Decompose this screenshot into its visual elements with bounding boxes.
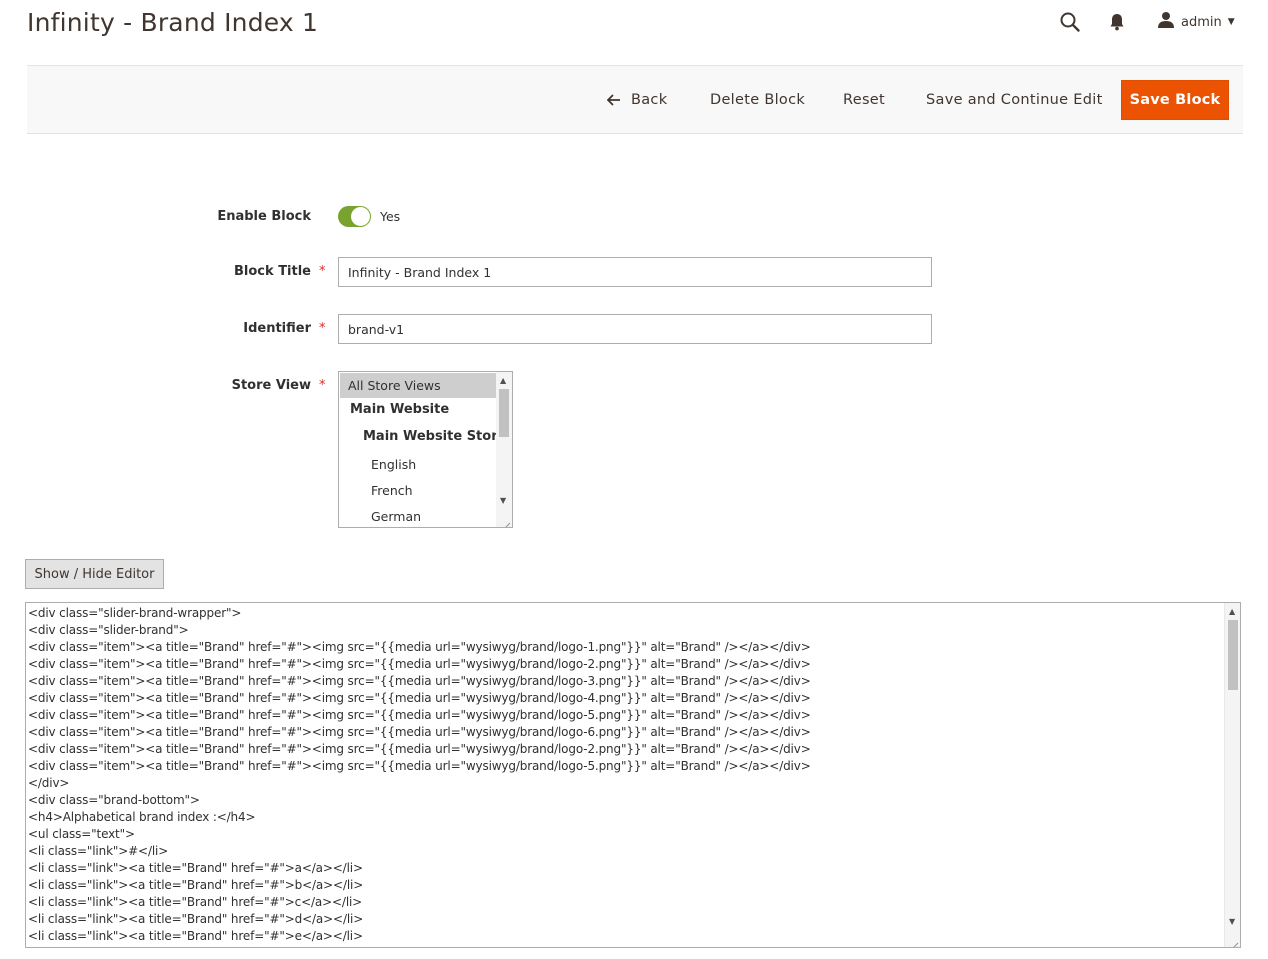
code-line: <li class="link">#</li> (28, 844, 169, 858)
code-line: <div class="brand-bottom"> (28, 793, 200, 807)
store-option-main-website-store[interactable]: Main Website Store (340, 429, 512, 444)
resize-grip-icon[interactable] (1229, 936, 1239, 947)
store-option-german[interactable]: German (340, 509, 512, 524)
resize-grip-icon[interactable] (501, 516, 511, 527)
store-view-scrollbar[interactable]: ▲ ▼ (496, 372, 512, 527)
required-marker: * (319, 378, 326, 393)
store-option-english[interactable]: English (340, 457, 512, 472)
code-line: <li class="link"><a title="Brand" href="… (28, 912, 364, 926)
code-line: <div class="slider-brand"> (28, 623, 189, 637)
code-line: <li class="link"><a title="Brand" href="… (28, 895, 363, 909)
user-name: admin (1181, 14, 1222, 30)
page-title: Infinity - Brand Index 1 (27, 8, 319, 37)
required-marker: * (319, 321, 326, 336)
store-option-all[interactable]: All Store Views (340, 373, 496, 398)
search-icon[interactable] (1059, 11, 1081, 33)
scroll-up-icon[interactable]: ▲ (500, 377, 506, 385)
content-editor-textarea[interactable]: <div class="slider-brand-wrapper"> <div c… (25, 602, 1241, 948)
enable-block-value: Yes (380, 209, 401, 224)
show-hide-editor-button[interactable]: Show / Hide Editor (25, 559, 164, 589)
page-actions-toolbar: Back Delete Block Reset Save and Continu… (27, 65, 1243, 134)
back-label: Back (631, 92, 668, 108)
store-view-label: Store View (231, 378, 311, 393)
code-line: <div class="item"><a title="Brand" href=… (28, 640, 811, 654)
code-line: <h4>Alphabetical brand index :</h4> (28, 810, 256, 824)
code-line: <div class="item"><a title="Brand" href=… (28, 674, 811, 688)
store-option-french[interactable]: French (340, 483, 512, 498)
reset-button[interactable]: Reset (835, 80, 893, 120)
identifier-label: Identifier (243, 321, 311, 336)
block-title-input[interactable] (338, 257, 932, 287)
scroll-down-icon[interactable]: ▼ (1229, 918, 1235, 926)
required-marker: * (319, 264, 326, 279)
code-line: <div class="item"><a title="Brand" href=… (28, 759, 811, 773)
save-block-button[interactable]: Save Block (1121, 80, 1229, 120)
delete-block-button[interactable]: Delete Block (702, 80, 813, 120)
code-line: <div class="item"><a title="Brand" href=… (28, 708, 811, 722)
code-line: <li class="link"><a title="Brand" href="… (28, 861, 363, 875)
save-and-continue-button[interactable]: Save and Continue Edit (918, 80, 1111, 120)
caret-down-icon: ▼ (1227, 17, 1235, 27)
code-line: <div class="item"><a title="Brand" href=… (28, 725, 811, 739)
scroll-up-icon[interactable]: ▲ (1229, 608, 1235, 616)
identifier-input[interactable] (338, 314, 932, 344)
code-line: <li class="link"><a title="Brand" href="… (28, 878, 364, 892)
code-line: </div> (28, 776, 70, 790)
block-title-label: Block Title (234, 264, 311, 279)
enable-block-label: Enable Block (217, 209, 311, 224)
scrollbar-thumb[interactable] (1228, 620, 1238, 690)
toggle-knob (351, 207, 370, 226)
arrow-left-icon (607, 94, 621, 106)
store-view-multiselect[interactable]: All Store Views Main Website Main Websit… (338, 371, 513, 528)
code-line: <div class="slider-brand-wrapper"> (28, 606, 242, 620)
code-line: <div class="item"><a title="Brand" href=… (28, 691, 811, 705)
user-menu[interactable]: admin ▼ (1157, 11, 1235, 33)
code-line: <div class="item"><a title="Brand" href=… (28, 742, 811, 756)
editor-scrollbar[interactable]: ▲ ▼ (1224, 603, 1240, 947)
scroll-down-icon[interactable]: ▼ (500, 497, 506, 505)
code-line: <ul class="text"> (28, 827, 135, 841)
enable-block-toggle[interactable] (338, 206, 371, 227)
store-option-main-website[interactable]: Main Website (340, 402, 506, 417)
bell-icon[interactable] (1106, 11, 1128, 33)
user-icon (1157, 11, 1175, 33)
code-line: <div class="item"><a title="Brand" href=… (28, 657, 811, 671)
code-line: <li class="link"><a title="Brand" href="… (28, 929, 363, 943)
back-button[interactable]: Back (599, 80, 675, 120)
scrollbar-thumb[interactable] (499, 389, 509, 437)
